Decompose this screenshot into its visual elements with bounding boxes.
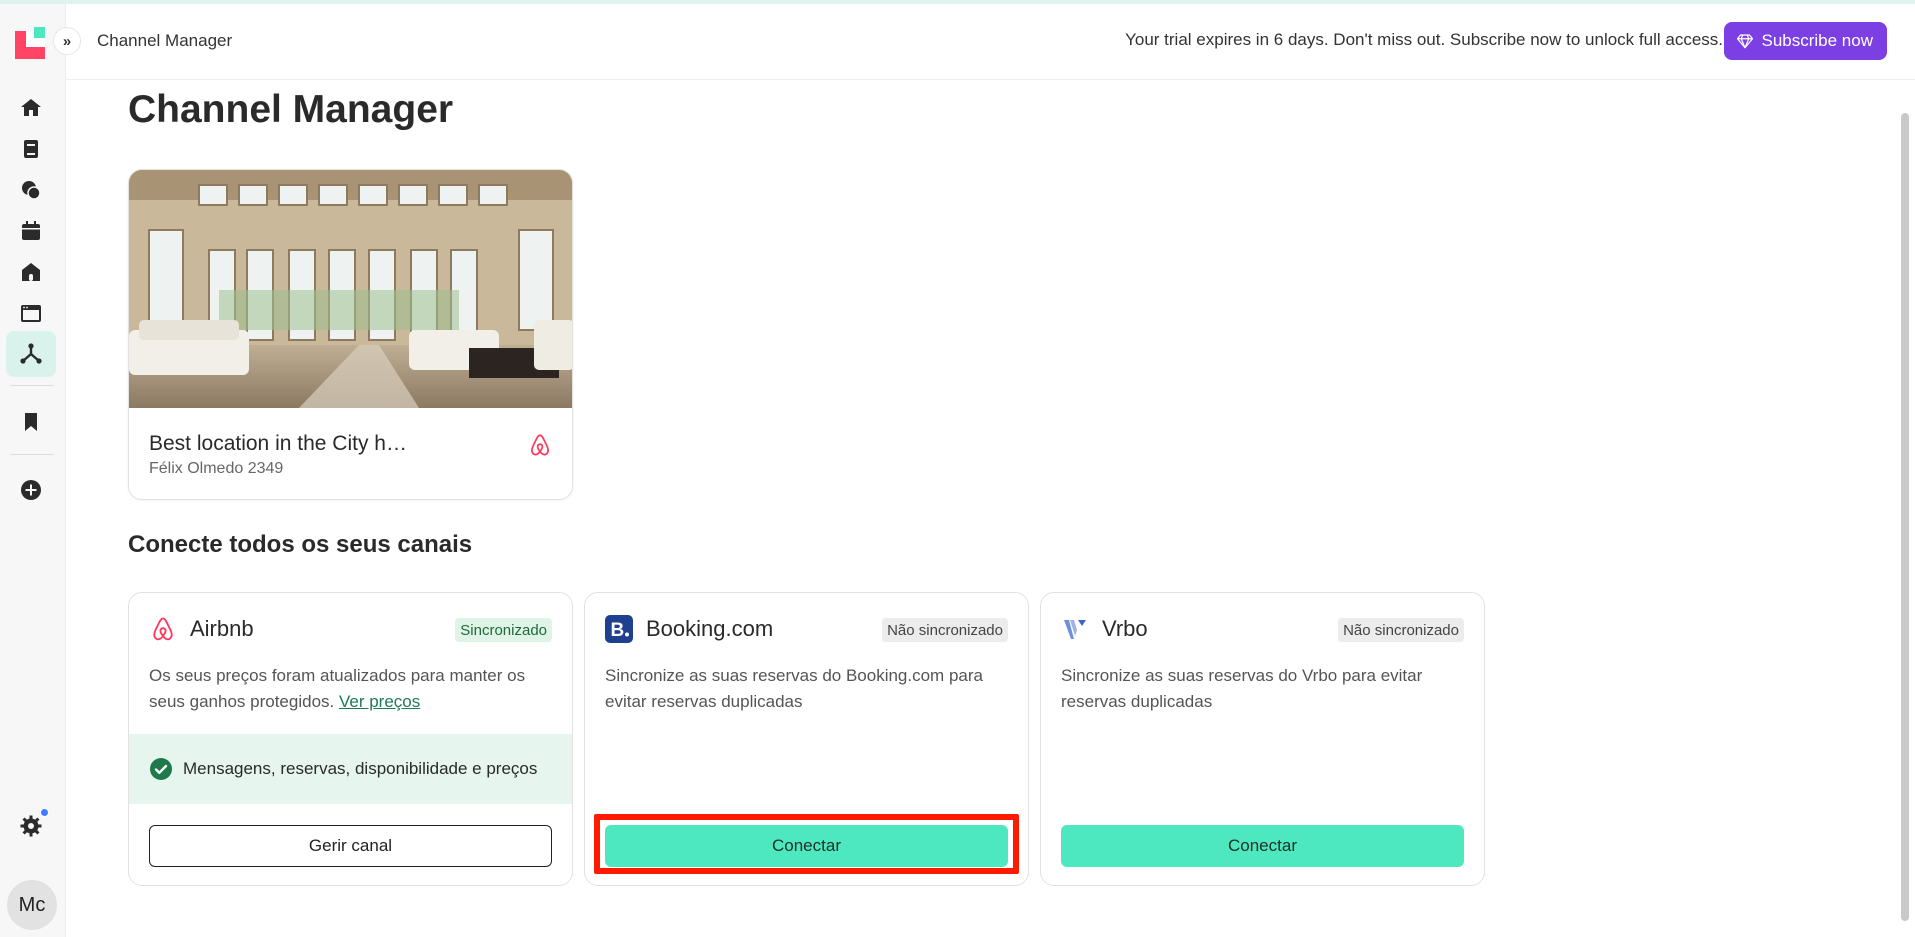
channel-card-booking: B Booking.com Não sincronizado Sincroniz… (584, 592, 1029, 886)
sidebar-item-website[interactable] (6, 290, 56, 336)
booking-logo-icon: B (605, 615, 633, 643)
expand-sidebar-button[interactable]: » (53, 27, 81, 55)
property-card[interactable]: Best location in the City h… Félix Olmed… (128, 169, 573, 500)
sidebar-item-home[interactable] (6, 85, 56, 131)
status-badge: Sincronizado (455, 618, 552, 642)
sidebar-divider (10, 454, 54, 455)
sidebar: Mc (0, 4, 66, 937)
vrbo-logo-icon (1064, 620, 1086, 639)
sync-features-strip: Mensagens, reservas, disponibilidade e p… (129, 734, 572, 804)
channel-description: Sincronize as suas reservas do Booking.c… (605, 666, 983, 711)
view-prices-link[interactable]: Ver preços (339, 692, 420, 711)
channels-section-title: Conecte todos os seus canais (128, 531, 473, 558)
status-badge: Não sincronizado (1338, 618, 1464, 642)
home-icon (21, 99, 41, 116)
subscribe-button[interactable]: Subscribe now (1724, 22, 1887, 60)
house-icon (22, 263, 40, 281)
channel-manager-icon (20, 343, 42, 364)
bookmark-icon (25, 413, 37, 431)
page-scrollbar[interactable] (1901, 113, 1909, 921)
sidebar-item-channel-manager[interactable] (6, 331, 56, 377)
connect-vrbo-button[interactable]: Conectar (1061, 825, 1464, 867)
subscribe-label: Subscribe now (1761, 31, 1873, 50)
sidebar-item-add[interactable] (6, 467, 56, 513)
channel-card-vrbo: Vrbo Não sincronizado Sincronize as suas… (1040, 592, 1485, 886)
airbnb-icon (531, 434, 549, 456)
channel-card-airbnb: Airbnb Sincronizado Os seus preços foram… (128, 592, 573, 886)
chat-icon (22, 181, 41, 200)
sidebar-item-saved[interactable] (6, 399, 56, 445)
diamond-icon (1737, 34, 1754, 49)
page-title: Channel Manager (128, 88, 454, 131)
sidebar-item-reservations[interactable] (6, 126, 56, 172)
channel-description: Sincronize as suas reservas do Vrbo para… (1061, 666, 1423, 711)
browser-icon (21, 305, 41, 322)
svg-text:B: B (611, 620, 625, 641)
property-photo (129, 170, 572, 408)
settings-icon (20, 815, 42, 837)
app-logo[interactable] (15, 27, 47, 59)
channel-name: Vrbo (1102, 616, 1148, 641)
channel-description-text: Os seus preços foram atualizados para ma… (149, 666, 526, 711)
channel-description: Os seus preços foram atualizados para ma… (149, 663, 559, 715)
sidebar-divider (10, 385, 54, 386)
channel-name: Airbnb (190, 616, 254, 641)
sidebar-item-messages[interactable] (6, 167, 56, 213)
connect-booking-button[interactable]: Conectar (605, 825, 1008, 867)
double-chevron-right-icon: » (62, 32, 72, 50)
breadcrumb: Channel Manager (97, 31, 233, 50)
avatar[interactable]: Mc (7, 880, 57, 930)
notification-dot (40, 808, 49, 817)
property-address: Félix Olmedo 2349 (149, 460, 284, 477)
add-circle-icon (21, 480, 41, 500)
sidebar-item-calendar[interactable] (6, 208, 56, 254)
sidebar-item-properties[interactable] (6, 249, 56, 295)
check-circle-icon (150, 758, 172, 780)
sync-features-text: Mensagens, reservas, disponibilidade e p… (183, 759, 538, 778)
channel-name: Booking.com (646, 616, 774, 641)
property-name: Best location in the City h… (149, 432, 407, 455)
top-header: Channel Manager Your trial expires in 6 … (66, 4, 1915, 80)
calendar-icon (22, 221, 40, 240)
status-badge: Não sincronizado (882, 618, 1008, 642)
book-icon (24, 140, 38, 158)
trial-banner-text: Your trial expires in 6 days. Don't miss… (1125, 30, 1723, 49)
manage-channel-button[interactable]: Gerir canal (149, 825, 552, 867)
airbnb-icon (153, 617, 173, 641)
